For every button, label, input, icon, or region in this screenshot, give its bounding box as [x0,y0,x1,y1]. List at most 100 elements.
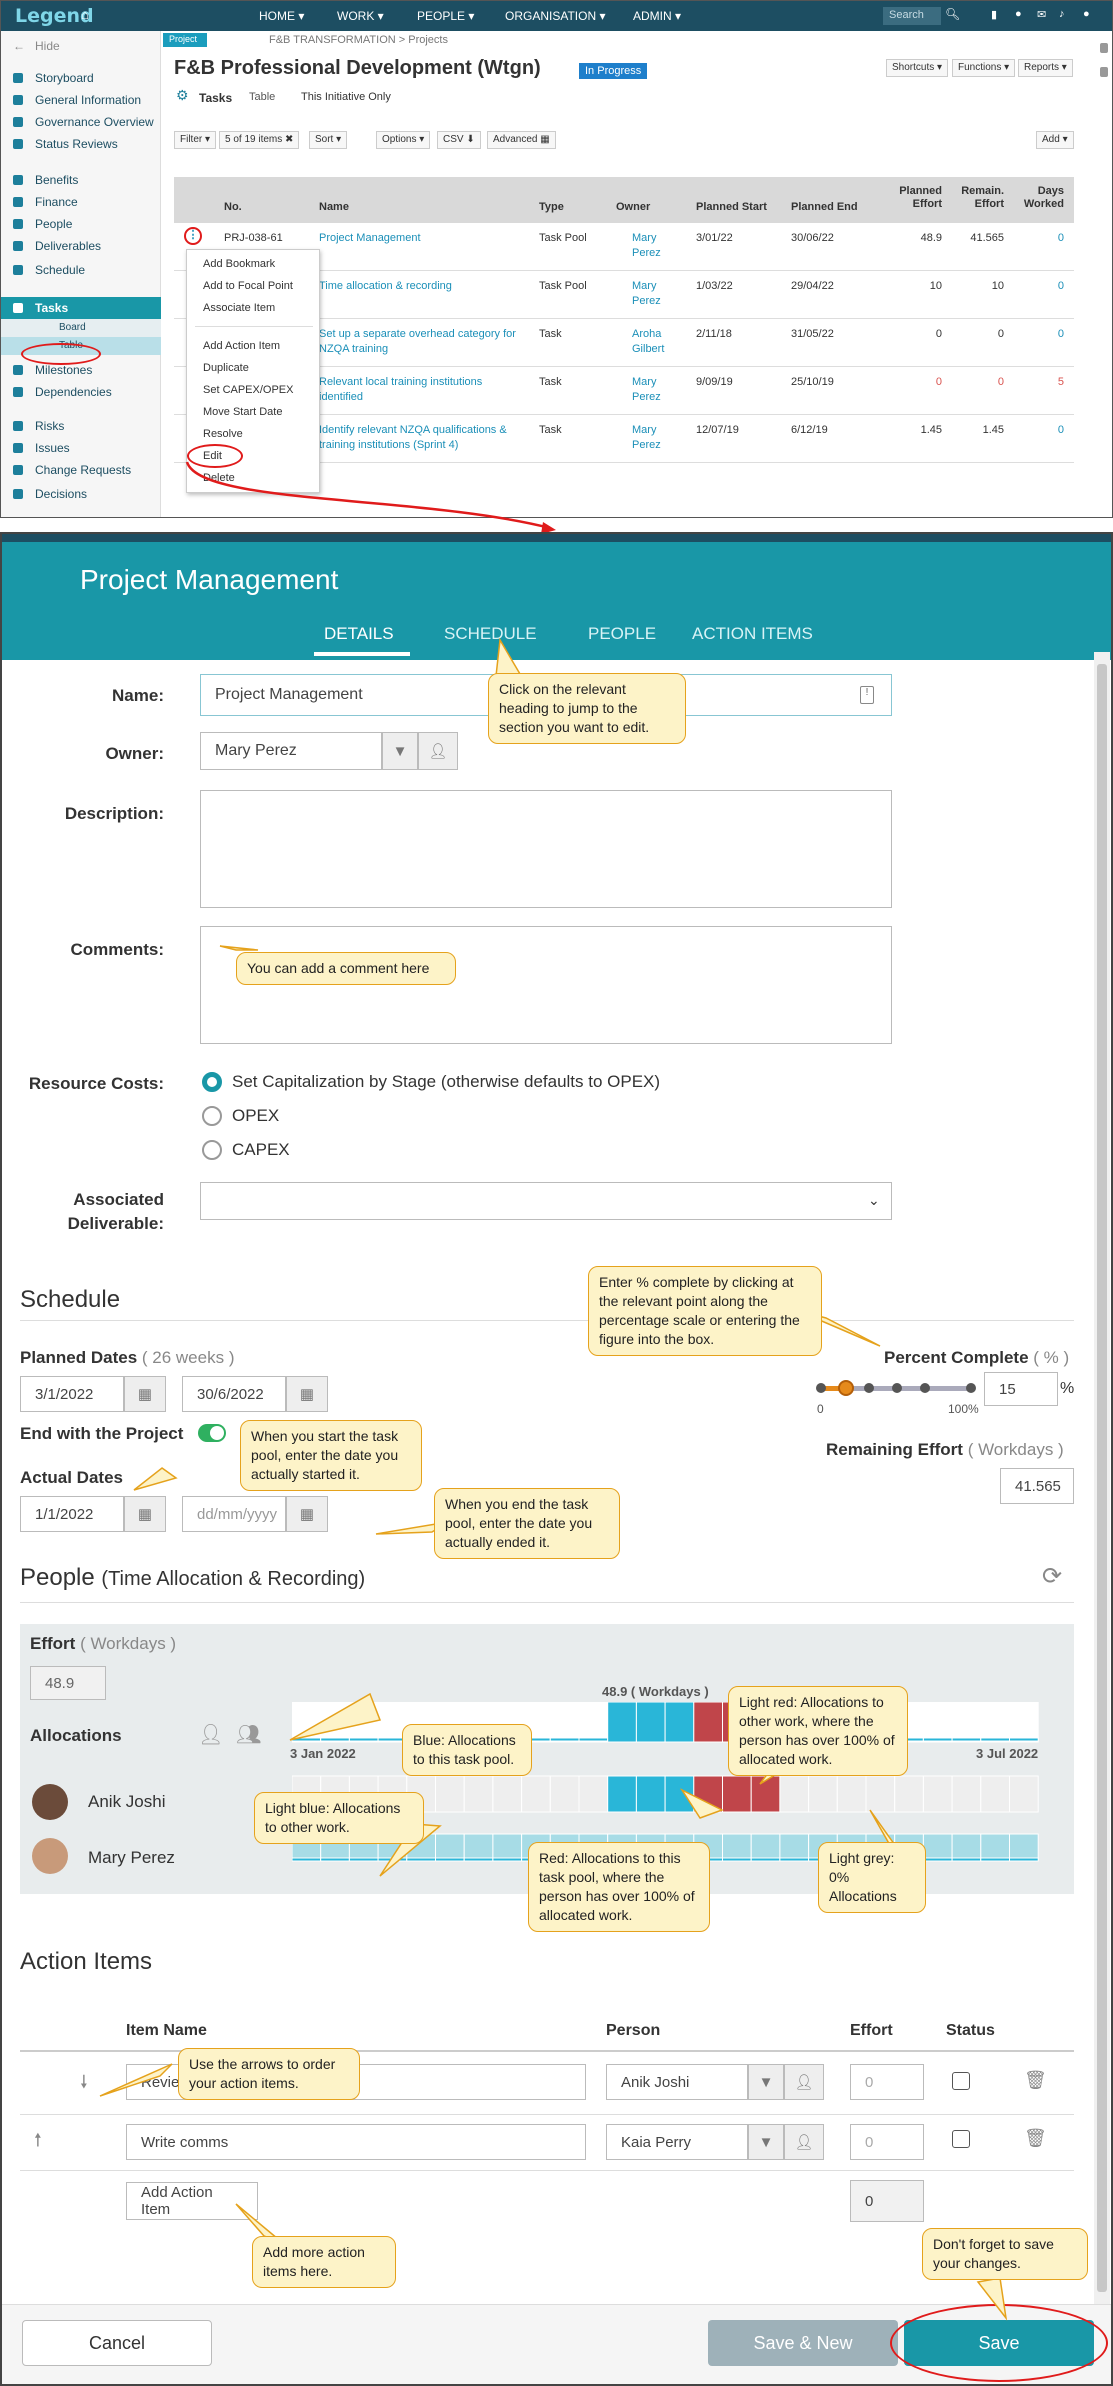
action-item-person-select[interactable]: Kaia Perry [606,2124,748,2160]
anik-alloc-cell [492,1775,523,1813]
percent-scale-point[interactable] [892,1383,902,1393]
person-icon[interactable]: 👤︎ [784,2124,824,2160]
percent-scale-point[interactable] [864,1383,874,1393]
planned-end-input[interactable]: 30/6/2022 [182,1376,286,1412]
summary-baseline [951,1737,982,1742]
mary-baseline [463,1857,494,1862]
remaining-effort-input[interactable]: 41.565 [1000,1468,1074,1504]
action-total-effort: 0 [850,2180,924,2222]
scale-max-label: 100% [948,1402,979,1416]
actual-end-input[interactable]: dd/mm/yyyy [182,1496,286,1532]
add-group-icon[interactable]: 👥︎ [236,1722,261,1747]
mary-baseline [750,1857,781,1862]
summary-cell [320,1702,350,1743]
cancel-button[interactable]: Cancel [22,2320,212,2366]
radio-capitalization[interactable] [202,1072,222,1092]
action-item-person-select[interactable]: Anik Joshi [606,2064,748,2100]
status-checkbox[interactable] [952,2130,970,2148]
person-icon[interactable]: 👤︎ [418,732,458,770]
allocations-label: Allocations [30,1726,122,1745]
chart-total-label: 48.9 ( Workdays ) [602,1684,709,1699]
summary-baseline [348,1737,379,1742]
summary-baseline [922,1737,953,1742]
people-heading: People (Time Allocation & Recording) [20,1564,366,1591]
calendar-icon[interactable]: ▦ [286,1496,328,1532]
mary-alloc-cell [722,1833,752,1861]
mary-alloc-cell [463,1833,494,1861]
planned-start-input[interactable]: 3/1/2022 [20,1376,124,1412]
mary-alloc-cell [435,1833,465,1861]
description-textarea[interactable] [200,790,892,908]
avatar [32,1838,68,1874]
percent-input[interactable]: 15 [984,1372,1058,1406]
tab-people[interactable]: PEOPLE [588,624,656,644]
calendar-icon[interactable]: ▦ [124,1376,166,1412]
radio-capex-label[interactable]: CAPEX [232,1140,290,1160]
comments-textarea[interactable] [200,926,892,1044]
mary-baseline [377,1857,408,1862]
divider [20,1320,1074,1321]
owner-select[interactable]: Mary Perez [200,732,382,770]
action-item-effort-input[interactable]: 0 [850,2064,924,2100]
associated-deliverable-select[interactable] [200,1182,892,1220]
add-action-item-button[interactable]: Add Action Item [126,2182,258,2220]
anik-alloc-cell [664,1775,695,1813]
action-item-effort-input[interactable]: 0 [850,2124,924,2160]
callout-comment: You can add a comment here [236,952,456,985]
action-item-name-input[interactable]: Write comms [126,2124,586,2160]
summary-cell [607,1702,637,1743]
end-with-project-toggle[interactable] [198,1424,226,1442]
percent-scale-handle[interactable] [838,1380,854,1396]
anik-alloc-cell [549,1775,580,1813]
calendar-icon[interactable]: ▦ [124,1496,166,1532]
person-icon[interactable]: 👤︎ [784,2064,824,2100]
trash-icon[interactable]: 🗑︎ [1024,2128,1047,2149]
mary-alloc-cell [951,1833,982,1861]
radio-capitalization-label[interactable]: Set Capitalization by Stage (otherwise d… [232,1072,660,1092]
percent-scale-point[interactable] [816,1383,826,1393]
arrow-down-icon[interactable]: 🠗 [80,2070,88,2100]
save-highlight-circle [890,2304,1108,2382]
summary-baseline [292,1737,322,1742]
save-new-button[interactable]: Save & New [708,2320,898,2366]
scale-min-label: 0 [817,1402,824,1416]
refresh-icon[interactable]: ⟳ [1042,1562,1062,1591]
name-label: Name: [112,686,164,705]
mary-alloc-cell [779,1833,810,1861]
add-person-icon[interactable]: 👤︎ [198,1722,223,1747]
mary-baseline [320,1857,350,1862]
radio-opex-label[interactable]: OPEX [232,1106,279,1126]
scrollbar-thumb[interactable] [1097,664,1107,2292]
summary-cell [922,1702,953,1743]
tab-action-items[interactable]: ACTION ITEMS [692,624,813,644]
tab-schedule[interactable]: SCHEDULE [444,624,537,644]
chevron-down-icon[interactable]: ⌄ [868,1192,880,1209]
radio-opex[interactable] [202,1106,222,1126]
arrow-up-icon[interactable]: 🠕 [34,2128,42,2158]
actual-start-input[interactable]: 1/1/2022 [20,1496,124,1532]
chevron-down-icon[interactable]: ▼ [748,2064,784,2100]
active-tab-indicator [314,652,410,656]
chevron-down-icon[interactable]: ▼ [748,2124,784,2160]
effort-input[interactable]: 48.9 [30,1666,106,1700]
anik-alloc-cell [951,1775,982,1813]
callout-blue: Blue: Allocations to this task pool. [402,1724,532,1776]
anik-alloc-cell [435,1775,465,1813]
percent-scale-point[interactable] [966,1383,976,1393]
planned-dates-label: Planned Dates ( 26 weeks ) [20,1348,235,1367]
chevron-down-icon[interactable]: ▼ [382,732,418,770]
anik-alloc-cell [779,1775,810,1813]
calendar-icon[interactable]: ▦ [286,1376,328,1412]
mary-baseline [435,1857,465,1862]
summary-cell [664,1702,695,1743]
status-checkbox[interactable] [952,2072,970,2090]
summary-cell [578,1702,609,1743]
trash-icon[interactable]: 🗑︎ [1024,2070,1047,2091]
divider [20,2114,1074,2115]
avatar [32,1784,68,1820]
anik-alloc-cell [808,1775,838,1813]
radio-capex[interactable] [202,1140,222,1160]
tab-details[interactable]: DETAILS [324,624,394,644]
percent-scale-point[interactable] [920,1383,930,1393]
summary-cell [549,1702,580,1743]
